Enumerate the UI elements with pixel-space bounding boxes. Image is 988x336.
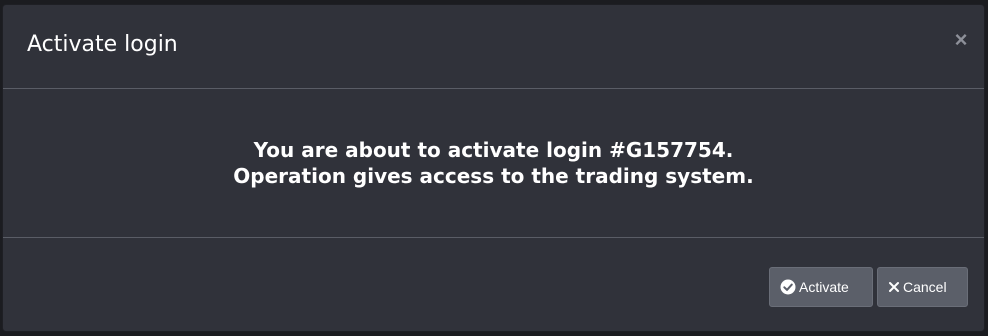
dialog-header: Activate login × xyxy=(3,5,984,89)
close-icon[interactable]: × xyxy=(950,29,972,51)
message-line-2: Operation gives access to the trading sy… xyxy=(233,164,754,188)
dialog-title: Activate login xyxy=(27,32,178,57)
message-line-1: You are about to activate login #G157754… xyxy=(253,138,734,162)
cancel-label: Cancel xyxy=(903,279,947,295)
activate-button[interactable]: Activate xyxy=(769,267,873,307)
activate-login-dialog: Activate login × You are about to activa… xyxy=(2,4,985,332)
cancel-button[interactable]: Cancel xyxy=(877,267,968,307)
x-icon xyxy=(888,281,900,293)
activate-label: Activate xyxy=(799,279,849,295)
dialog-body: You are about to activate login #G157754… xyxy=(3,89,984,238)
dialog-footer: Activate Cancel xyxy=(3,238,984,331)
check-circle-icon xyxy=(780,279,796,295)
